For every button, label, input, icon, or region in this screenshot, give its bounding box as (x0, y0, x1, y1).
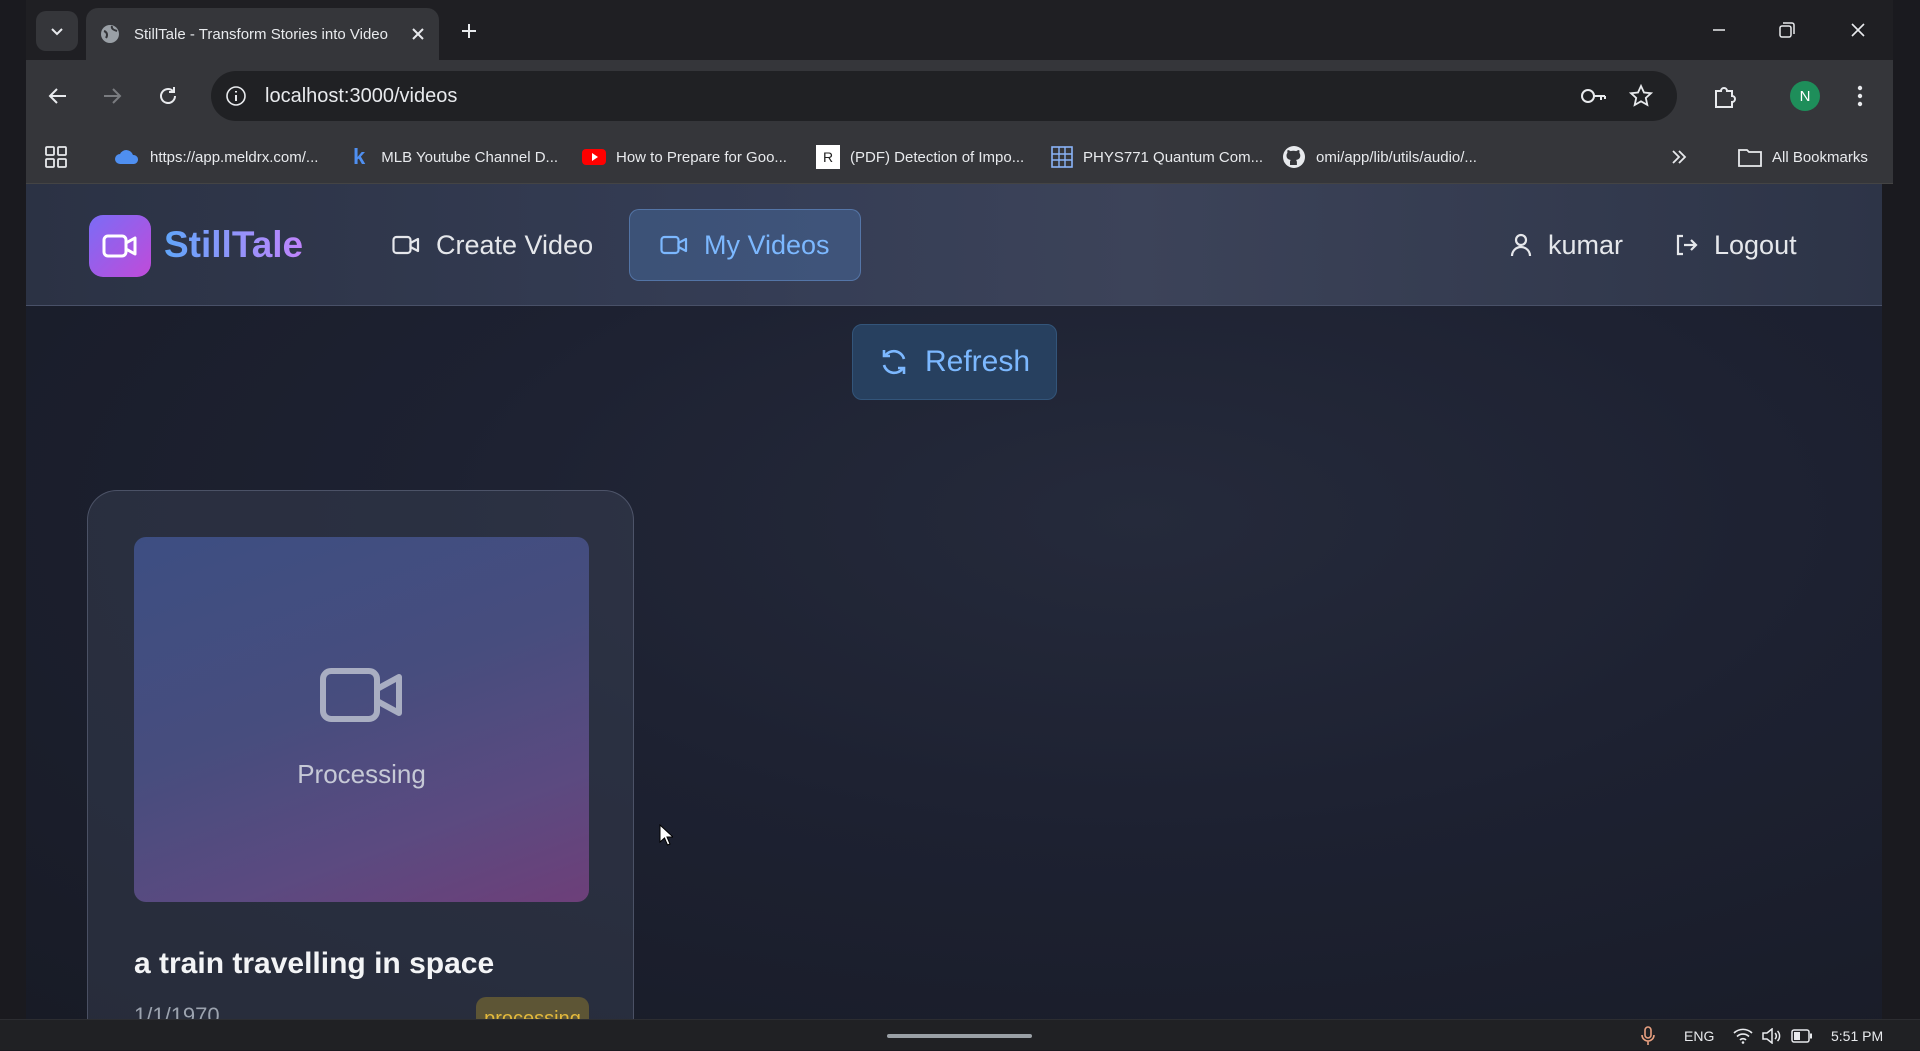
video-camera-icon (660, 235, 688, 255)
github-icon (1283, 146, 1305, 168)
user-icon (1510, 233, 1532, 257)
all-bookmarks-button[interactable]: All Bookmarks (1738, 130, 1868, 184)
user-profile[interactable]: kumar (1510, 209, 1623, 281)
site-info-icon[interactable] (225, 85, 247, 107)
video-thumbnail[interactable]: Processing (134, 537, 589, 902)
reload-icon (160, 87, 176, 104)
video-title: a train travelling in space (134, 947, 495, 980)
kebab-menu-icon (1857, 85, 1863, 107)
video-camera-icon (320, 668, 402, 722)
minimize-button[interactable] (1699, 14, 1739, 46)
restore-button[interactable] (1767, 14, 1807, 46)
grid-icon (1051, 146, 1073, 168)
status-badge: processing (476, 997, 589, 1019)
tab-bar: StillTale - Transform Stories into Video (26, 0, 1893, 60)
bookmark-item[interactable]: R (PDF) Detection of Impo... (816, 130, 1024, 184)
restore-icon (1779, 22, 1795, 38)
close-icon[interactable] (411, 27, 425, 41)
folder-icon (1738, 149, 1762, 167)
refresh-icon (882, 349, 906, 375)
back-button[interactable] (40, 78, 76, 114)
forward-button[interactable] (94, 78, 130, 114)
close-icon (1851, 23, 1865, 37)
refresh-label: Refresh (924, 345, 1031, 378)
tab-search-button[interactable] (36, 11, 78, 51)
browser-toolbar: localhost:3000/videos N (26, 60, 1893, 130)
browser-menu-button[interactable] (1842, 78, 1878, 114)
bookmarks-overflow-button[interactable] (1670, 130, 1688, 184)
language-indicator[interactable]: ENG (1684, 1020, 1714, 1051)
browser-tab[interactable]: StillTale - Transform Stories into Video (86, 8, 439, 60)
bookmark-item[interactable]: PHYS771 Quantum Com... (1051, 130, 1263, 184)
home-indicator[interactable] (887, 1034, 1032, 1038)
microphone-icon[interactable] (1641, 1020, 1655, 1051)
nav-create-video-label: Create Video (436, 229, 594, 260)
bookmark-item[interactable]: k MLB Youtube Channel D... (353, 130, 558, 184)
logout-label: Logout (1714, 229, 1797, 260)
window-close-button[interactable] (1838, 14, 1878, 46)
volume-icon[interactable] (1762, 1020, 1782, 1051)
app-header: StillTale Create Video My Videos kumar L… (26, 184, 1882, 306)
url-text: localhost:3000/videos (265, 84, 458, 107)
arrow-left-icon (48, 88, 66, 104)
os-taskbar: ENG 5:51 PM (0, 1019, 1920, 1050)
bookmark-item[interactable]: https://app.meldrx.com/... (114, 130, 318, 184)
puzzle-icon (1715, 87, 1736, 108)
plus-icon (462, 24, 476, 38)
globe-icon (101, 25, 119, 43)
app-logo[interactable] (89, 215, 151, 277)
new-tab-button[interactable] (454, 16, 484, 46)
youtube-icon (582, 149, 606, 165)
nav-my-videos[interactable]: My Videos (629, 209, 861, 281)
extensions-button[interactable] (1707, 78, 1743, 114)
logout-button[interactable]: Logout (1674, 209, 1797, 281)
bookmark-star-icon[interactable] (1621, 71, 1661, 121)
username: kumar (1548, 229, 1624, 260)
nav-my-videos-label: My Videos (704, 229, 830, 260)
battery-icon[interactable] (1791, 1020, 1813, 1051)
thumbnail-status-label: Processing (297, 759, 426, 789)
logout-icon (1676, 234, 1698, 256)
nav-create-video[interactable]: Create Video (392, 209, 593, 281)
refresh-button[interactable]: Refresh (852, 324, 1057, 400)
wifi-icon[interactable] (1733, 1020, 1753, 1051)
browser-chrome: StillTale - Transform Stories into Video… (26, 0, 1893, 184)
video-camera-icon (102, 234, 137, 258)
profile-avatar[interactable]: N (1787, 78, 1823, 114)
apps-button[interactable] (44, 130, 68, 184)
k-logo-icon: k (353, 144, 366, 169)
video-date: 1/1/1970 (134, 1003, 220, 1019)
arrow-right-icon (104, 88, 122, 104)
profile-initial: N (1790, 81, 1820, 111)
minimize-icon (1713, 29, 1725, 31)
video-camera-icon (392, 235, 420, 255)
bookmark-item[interactable]: omi/app/lib/utils/audio/... (1282, 130, 1477, 184)
mouse-cursor-icon (659, 824, 673, 846)
chevron-down-icon (51, 28, 63, 36)
password-key-icon[interactable] (1573, 71, 1613, 121)
video-card[interactable]: Processing a train travelling in space 1… (87, 490, 634, 1019)
apps-grid-icon (45, 146, 67, 168)
bookmark-item[interactable]: How to Prepare for Goo... (582, 130, 787, 184)
cloud-icon (115, 150, 139, 164)
researchgate-icon: R (816, 145, 840, 169)
address-bar[interactable]: localhost:3000/videos (211, 71, 1677, 121)
clock[interactable]: 5:51 PM (1831, 1020, 1883, 1051)
page-content: StillTale Create Video My Videos kumar L… (26, 184, 1882, 1019)
brand-name[interactable]: StillTale (164, 224, 303, 266)
double-chevron-right-icon (1672, 150, 1687, 164)
reload-button[interactable] (150, 78, 186, 114)
tab-title: StillTale - Transform Stories into Video (134, 25, 388, 43)
bookmarks-bar: https://app.meldrx.com/... k MLB Youtube… (26, 130, 1893, 184)
